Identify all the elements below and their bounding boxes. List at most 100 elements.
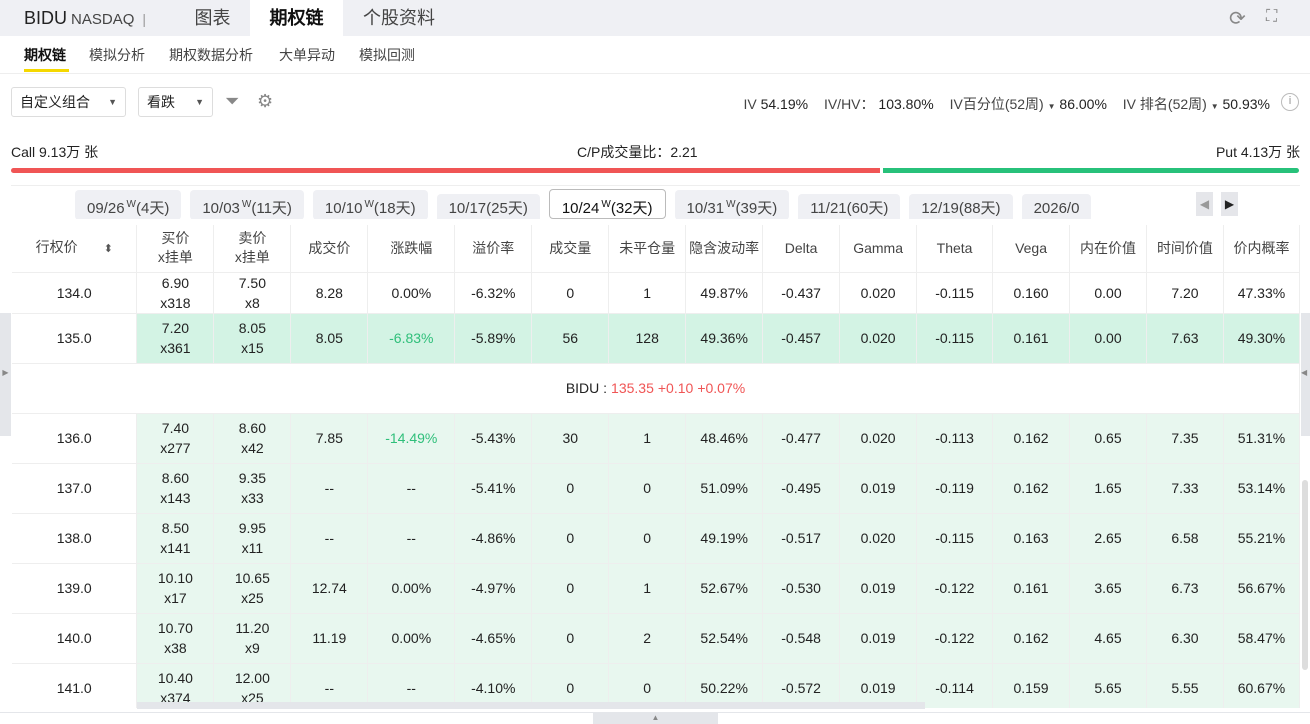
column-header[interactable]: Theta: [916, 225, 994, 273]
info-icon[interactable]: i: [1281, 93, 1299, 111]
option-chain-table-wrapper: 行权价 ⬍ 买价 x挂单 卖价 x挂单 成交价 涨跌幅 溢价率 成交量 未平仓量 隐含波动率 Del…: [0, 225, 1300, 708]
column-header[interactable]: 内在价值: [1069, 225, 1147, 273]
table-cell: 0.00%: [367, 563, 456, 614]
left-collapse-handle[interactable]: ▶: [0, 313, 11, 436]
iv-percentile-dropdown[interactable]: IV百分位(52周): [950, 96, 1044, 112]
bid-size: x38: [164, 640, 187, 656]
table-row[interactable]: 137.0 8.60 x143 9.35 x33 -- -- -5.41% 0 0 51.09% -0…: [12, 463, 1300, 514]
table-cell[interactable]: 8.60 x143: [136, 463, 215, 514]
table-cell[interactable]: 7.20 x361: [136, 313, 215, 364]
refresh-icon[interactable]: ⟳: [1229, 6, 1246, 31]
expiration-days: (25天): [486, 200, 528, 217]
table-cell: -5.41%: [454, 463, 533, 514]
expiration-tab[interactable]: 09/26 W(4天): [75, 190, 182, 219]
expiration-tab[interactable]: 10/31 W(39天): [674, 190, 790, 219]
table-cell[interactable]: 8.50 x141: [136, 513, 215, 564]
table-cell[interactable]: 8.60 x42: [213, 413, 292, 464]
table-cell[interactable]: 8.05 x15: [213, 313, 292, 364]
table-cell: 2: [608, 613, 687, 664]
expiration-tab[interactable]: 12/19(88天): [909, 194, 1013, 219]
ask-size: x15: [241, 340, 264, 356]
subtab-option-data[interactable]: 期权数据分析: [169, 45, 253, 65]
expiration-tab[interactable]: 10/10 W(18天): [312, 190, 428, 219]
subtab-option-chain[interactable]: 期权链: [24, 45, 66, 65]
table-cell: 0.020: [839, 313, 918, 364]
table-cell[interactable]: 10.65 x25: [213, 563, 292, 614]
table-cell[interactable]: 9.95 x11: [213, 513, 292, 564]
column-header[interactable]: Gamma: [839, 225, 918, 273]
vertical-scrollbar[interactable]: [1302, 480, 1308, 670]
horizontal-scrollbar[interactable]: [137, 702, 925, 709]
iv-rank-dropdown[interactable]: IV 排名(52周): [1123, 96, 1207, 112]
table-row[interactable]: 134.0 6.90 x318 7.50 x8 8.28 0.00% -6.32% 0 1 49.8…: [12, 272, 1300, 314]
expiration-tab[interactable]: 10/17(25天): [436, 194, 540, 219]
table-cell[interactable]: 7.40 x277: [136, 413, 215, 464]
expand-up-handle[interactable]: ▲: [593, 712, 718, 724]
column-header[interactable]: 溢价率: [454, 225, 533, 273]
fullscreen-icon[interactable]: ⛶: [1266, 8, 1277, 26]
table-cell[interactable]: 9.35 x33: [213, 463, 292, 514]
subtab-simulation[interactable]: 模拟分析: [89, 45, 145, 65]
table-row[interactable]: 136.0 7.40 x277 8.60 x42 7.85 -14.49% -5.43% 30 1…: [12, 413, 1300, 464]
expiration-tab[interactable]: 11/21(60天): [798, 194, 901, 219]
ask-price: 10.65: [234, 570, 270, 586]
table-cell: 0: [531, 463, 610, 514]
underlying-row: BIDU :135.35 +0.10 +0.07%: [12, 363, 1300, 414]
table-cell: 0.020: [839, 272, 918, 314]
column-header[interactable]: 买价 x挂单: [136, 225, 215, 273]
table-cell[interactable]: 10.70 x38: [136, 613, 215, 664]
column-header[interactable]: 成交量: [531, 225, 610, 273]
expiration-date: 2026/0: [1033, 200, 1080, 217]
filter-icon[interactable]: ⏷: [225, 91, 239, 112]
table-cell: -0.495: [762, 463, 841, 514]
table-row[interactable]: 140.0 10.70 x38 11.20 x9 11.19 0.00% -4.65% 0 2 52…: [12, 613, 1300, 664]
column-header[interactable]: 成交价: [290, 225, 369, 273]
column-header[interactable]: 涨跌幅: [367, 225, 456, 273]
table-cell[interactable]: 11.20 x9: [213, 613, 292, 664]
sub-nav: 期权链 模拟分析 期权数据分析 大单异动 模拟回测: [0, 36, 1310, 74]
column-header[interactable]: 价内概率: [1223, 225, 1300, 273]
scroll-right-arrow[interactable]: ▶: [1221, 192, 1238, 216]
table-cell: 0.161: [992, 563, 1071, 614]
table-cell: -0.115: [916, 313, 994, 364]
column-header[interactable]: Vega: [992, 225, 1071, 273]
table-cell: -0.122: [916, 613, 994, 664]
strategy-select[interactable]: 自定义组合 ▼: [11, 87, 126, 117]
divider: [11, 185, 1300, 186]
table-cell: -0.115: [916, 272, 994, 314]
table-row[interactable]: 138.0 8.50 x141 9.95 x11 -- -- -4.86% 0 0 49.19% -0…: [12, 513, 1300, 564]
column-header[interactable]: 时间价值: [1146, 225, 1224, 273]
table-cell: 1: [608, 563, 687, 614]
right-collapse-handle[interactable]: ◀: [1301, 313, 1310, 436]
subtab-large-orders[interactable]: 大单异动: [279, 45, 335, 65]
direction-select[interactable]: 看跌 ▼: [138, 87, 213, 117]
tab-option-chain[interactable]: 期权链: [250, 0, 343, 36]
tab-chart[interactable]: 图表: [175, 0, 250, 36]
call-volume-bar: [11, 168, 880, 173]
column-header[interactable]: Delta: [762, 225, 841, 273]
table-cell: 0: [531, 272, 610, 314]
column-header[interactable]: 未平仓量: [608, 225, 687, 273]
table-row[interactable]: 139.0 10.10 x17 10.65 x25 12.74 0.00% -4.97% 0 1 5…: [12, 563, 1300, 614]
table-cell[interactable]: 6.90 x318: [136, 272, 215, 314]
expiration-tab[interactable]: 2026/0: [1021, 194, 1092, 219]
scroll-left-arrow[interactable]: ◀: [1196, 192, 1213, 216]
expiration-date: 10/03: [202, 200, 240, 217]
table-row[interactable]: 135.0 7.20 x361 8.05 x15 8.05 -6.83% -5.89% 56 12…: [12, 313, 1300, 364]
bid-price: 6.90: [161, 274, 190, 291]
table-cell[interactable]: 7.50 x8: [213, 272, 292, 314]
sort-icon[interactable]: ⬍: [104, 243, 113, 255]
column-header[interactable]: 行权价 ⬍: [12, 225, 138, 273]
column-header[interactable]: 隐含波动率: [685, 225, 764, 273]
expiration-tab[interactable]: 10/03 W(11天): [190, 190, 304, 219]
iv-percentile-value: 86.00%: [1059, 96, 1107, 112]
table-cell: 30: [531, 413, 610, 464]
column-header[interactable]: 卖价 x挂单: [213, 225, 292, 273]
strike-cell: 141.0: [12, 663, 138, 708]
subtab-backtest[interactable]: 模拟回测: [359, 45, 415, 65]
expiration-tab[interactable]: 10/24 W(32天): [548, 189, 666, 219]
tab-stock-profile[interactable]: 个股资料: [343, 0, 455, 36]
gear-icon[interactable]: ⚙: [257, 91, 273, 112]
table-cell[interactable]: 10.10 x17: [136, 563, 215, 614]
top-bar: BIDU NASDAQ | 图表 期权链 个股资料 ⟳ ⛶: [0, 0, 1310, 36]
